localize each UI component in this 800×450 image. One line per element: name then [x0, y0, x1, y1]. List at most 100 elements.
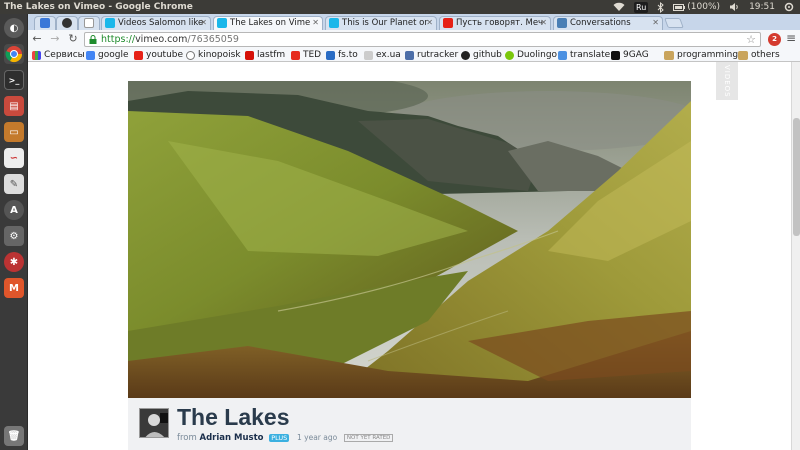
- browser-chrome: Videos Salomon like ✕ The Lakes on Vime …: [28, 14, 800, 62]
- video-player[interactable]: [128, 81, 691, 398]
- launcher-app-calendar[interactable]: ▤: [4, 96, 24, 116]
- video-title: The Lakes: [177, 404, 290, 430]
- page-scrollbar[interactable]: [791, 62, 800, 450]
- battery-indicator[interactable]: (100%): [673, 0, 720, 14]
- tab-label: Пусть говорят. Меч: [456, 18, 544, 28]
- forward-arrow-icon[interactable]: →: [48, 32, 62, 46]
- chrome-icon: [5, 46, 23, 63]
- bookmark-translater[interactable]: translater: [558, 49, 614, 61]
- google-icon: [86, 51, 95, 60]
- close-icon[interactable]: ✕: [200, 17, 207, 29]
- power-gear-icon[interactable]: [784, 2, 794, 12]
- bookmark-label: translater: [570, 50, 614, 60]
- system-top-panel: The Lakes on Vimeo - Google Chrome Ru (1…: [0, 0, 800, 14]
- bookmark-google[interactable]: google: [86, 49, 128, 61]
- bluetooth-icon[interactable]: [657, 1, 665, 13]
- volume-icon[interactable]: [729, 2, 740, 12]
- reload-icon[interactable]: ↻: [66, 32, 80, 46]
- bookmark-duolingo[interactable]: Duolingo: [505, 49, 557, 61]
- author-avatar[interactable]: [139, 408, 169, 438]
- launcher-app-mendeley[interactable]: M: [4, 278, 24, 298]
- launcher-trash[interactable]: 🗑: [4, 426, 24, 446]
- wifi-icon[interactable]: [613, 2, 625, 12]
- tab-label: This is Our Planet or: [342, 18, 428, 28]
- url-scheme: https://: [101, 34, 136, 45]
- plus-badge[interactable]: PLUS: [269, 433, 290, 442]
- system-tray: Ru (100%) 19:51: [613, 0, 794, 14]
- menu-icon[interactable]: ≡: [786, 31, 796, 45]
- video-thumbnail-landscape: [128, 81, 691, 398]
- files-icon: ▭: [9, 126, 19, 138]
- bookmark-label: TED: [303, 50, 322, 60]
- close-icon[interactable]: ✕: [652, 17, 659, 29]
- bookmark-folder-programming[interactable]: programming: [664, 49, 738, 61]
- bookmark-label: rutracker: [417, 50, 459, 60]
- bookmark-services[interactable]: Сервисы: [32, 49, 85, 61]
- tab-our-planet[interactable]: This is Our Planet or ✕: [325, 16, 437, 30]
- bookmark-label: Сервисы: [44, 50, 85, 60]
- launcher-app-software-center[interactable]: A: [4, 200, 24, 220]
- tab-youtube[interactable]: Пусть говорят. Меч ✕: [439, 16, 551, 30]
- tab-label: The Lakes on Vime: [230, 18, 311, 28]
- bookmark-label: 9GAG: [623, 50, 649, 60]
- apps-icon: [32, 51, 41, 60]
- rutracker-icon: [405, 51, 414, 60]
- bookmark-rutracker[interactable]: rutracker: [405, 49, 458, 61]
- launcher-app-settings[interactable]: ⚙: [4, 226, 24, 246]
- bookmark-label: github: [473, 50, 502, 60]
- close-icon[interactable]: ✕: [426, 17, 433, 29]
- bookmark-github[interactable]: github: [461, 49, 502, 61]
- tab-conversations[interactable]: Conversations ✕: [553, 16, 663, 30]
- launcher-app-draw[interactable]: ∽: [4, 148, 24, 168]
- tab-videos-salomon[interactable]: Videos Salomon like ✕: [101, 16, 211, 30]
- launcher-app-files[interactable]: ▭: [4, 122, 24, 142]
- bookmark-folder-others[interactable]: others: [738, 49, 780, 61]
- tab-pinned-github[interactable]: [56, 16, 78, 30]
- new-tab-button[interactable]: [664, 18, 684, 28]
- extension-badge-icon[interactable]: 2: [768, 33, 781, 46]
- draw-icon: ∽: [9, 152, 19, 164]
- bookmark-lastfm[interactable]: lastfm: [245, 49, 285, 61]
- launcher-app-editor[interactable]: ✎: [4, 174, 24, 194]
- 9gag-icon: [611, 51, 620, 60]
- youtube-icon: [134, 51, 143, 60]
- folder-icon: [664, 51, 674, 60]
- url-path: /76365059: [187, 34, 239, 45]
- exua-icon: [364, 51, 373, 60]
- launcher-app-tools[interactable]: ✱: [4, 252, 24, 272]
- bookmark-ted[interactable]: TED: [291, 49, 321, 61]
- bookmark-star-icon[interactable]: ☆: [746, 33, 756, 46]
- clock[interactable]: 19:51: [749, 0, 775, 14]
- tab-label: Conversations: [570, 18, 631, 28]
- tab-pinned-blank[interactable]: [78, 16, 100, 30]
- battery-icon: [673, 3, 686, 11]
- tab-the-lakes[interactable]: The Lakes on Vime ✕: [213, 16, 323, 30]
- mendeley-icon: M: [9, 282, 19, 294]
- lock-icon: [89, 35, 97, 44]
- bookmark-9gag[interactable]: 9GAG: [611, 49, 649, 61]
- launcher-chrome[interactable]: [4, 44, 24, 64]
- author-link[interactable]: Adrian Musto: [199, 433, 263, 443]
- scrollbar-thumb[interactable]: [793, 118, 800, 236]
- bookmark-label: lastfm: [257, 50, 286, 60]
- ubuntu-logo-icon: ◐: [9, 22, 19, 34]
- back-arrow-icon[interactable]: ←: [30, 32, 44, 46]
- translate-icon: [558, 51, 567, 60]
- close-icon[interactable]: ✕: [540, 17, 547, 29]
- trash-icon: 🗑: [7, 430, 21, 442]
- video-byline: from Adrian Musto PLUS 1 year ago NOT YE…: [177, 433, 394, 443]
- launcher-home-button[interactable]: ◐: [4, 18, 24, 38]
- text-editor-icon: ✎: [9, 178, 19, 190]
- launcher-terminal[interactable]: >_: [4, 70, 24, 90]
- side-videos-tab[interactable]: VIDEOS: [716, 62, 738, 100]
- bookmark-exua[interactable]: ex.ua: [364, 49, 401, 61]
- bookmark-fsto[interactable]: fs.to: [326, 49, 358, 61]
- close-icon[interactable]: ✕: [312, 17, 319, 29]
- chat-icon: [557, 18, 567, 28]
- bookmark-label: google: [98, 50, 129, 60]
- tab-pinned-upload[interactable]: [34, 16, 56, 30]
- keyboard-layout-indicator[interactable]: Ru: [634, 1, 649, 13]
- address-bar[interactable]: https://vimeo.com/76365059 ☆: [84, 32, 761, 47]
- bookmark-kinopoisk[interactable]: kinopoisk: [186, 49, 241, 61]
- bookmark-youtube[interactable]: youtube: [134, 49, 183, 61]
